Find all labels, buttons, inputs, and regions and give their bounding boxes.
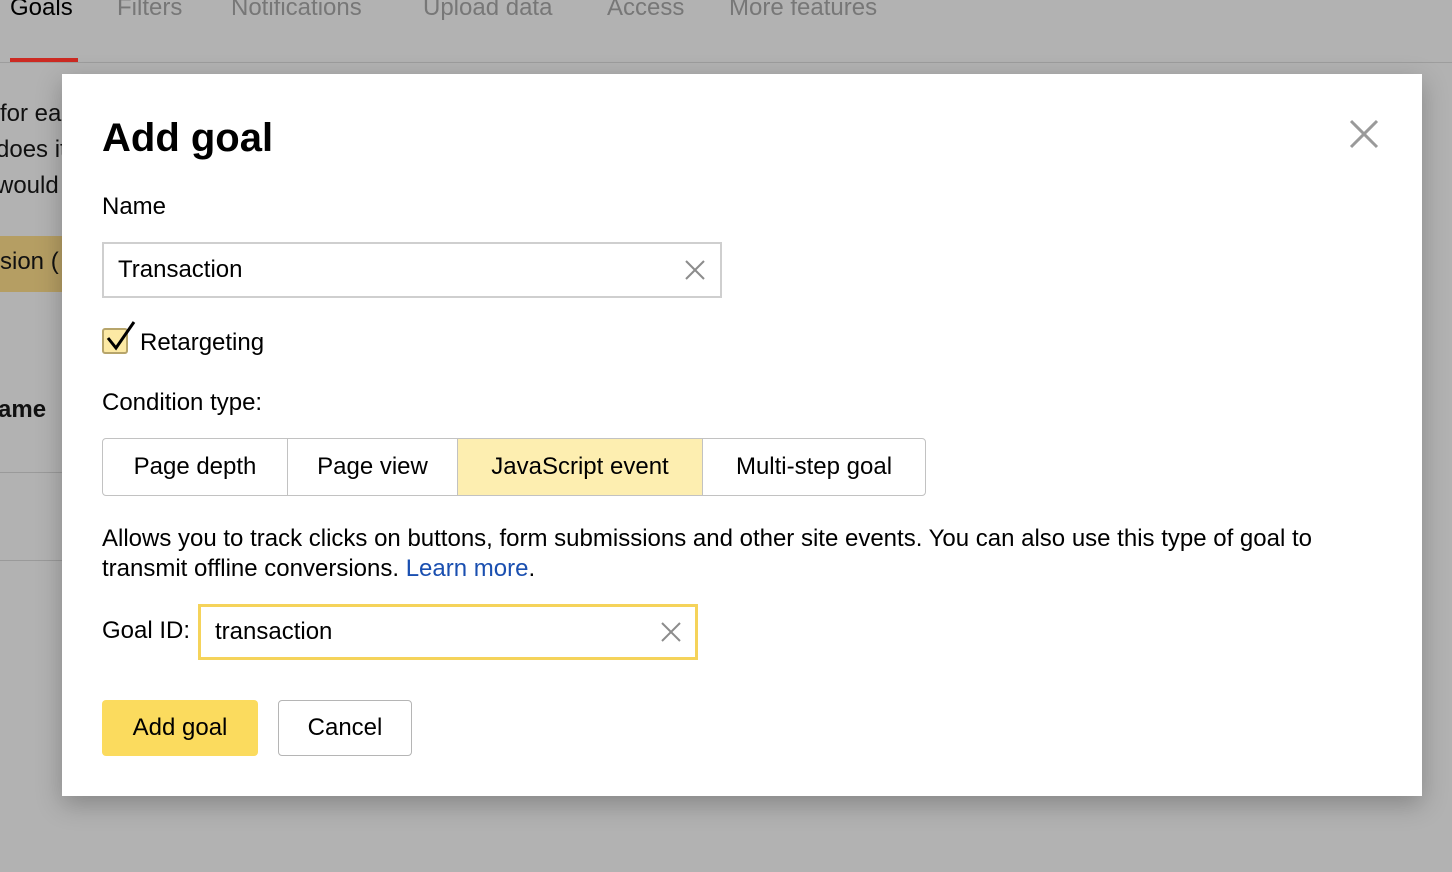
tab-filters[interactable]: Filters [117, 0, 182, 22]
background-badge-text: sion ( [0, 248, 59, 275]
condition-description: Allows you to track clicks on buttons, f… [102, 525, 1312, 582]
background-tabs: Goals Filters Notifications Upload data … [0, 0, 1452, 63]
name-label: Name [102, 193, 167, 220]
background-column-header: ame [0, 396, 47, 423]
clear-name-button[interactable] [684, 259, 706, 281]
description-text: Allows you to track clicks on buttons, f… [102, 525, 1312, 582]
tab-goals[interactable]: Goals [10, 0, 73, 22]
clear-input-icon [661, 622, 681, 642]
tab-access[interactable]: Access [607, 0, 684, 22]
tab-upload-data[interactable]: Upload data [423, 0, 552, 22]
background-divider [0, 472, 62, 473]
add-goal-button[interactable]: Add goal [102, 700, 258, 756]
background-text: for ea [0, 100, 62, 127]
background-text: does it [0, 136, 67, 163]
name-input-wrapper [102, 242, 722, 298]
tab-notifications[interactable]: Notifications [231, 0, 362, 22]
cancel-button[interactable]: Cancel [278, 700, 412, 756]
background-divider [0, 560, 62, 561]
condition-multi-step-goal[interactable]: Multi-step goal [703, 439, 925, 495]
condition-type-selector: Page depth Page view JavaScript event Mu… [102, 438, 926, 496]
learn-more-link[interactable]: Learn more [406, 555, 529, 582]
goal-id-input[interactable] [215, 607, 635, 657]
dialog-title: Add goal [102, 116, 274, 160]
clear-goal-id-button[interactable] [660, 621, 682, 643]
condition-page-view[interactable]: Page view [288, 439, 458, 495]
condition-page-depth[interactable]: Page depth [103, 439, 288, 495]
checkmark-icon [106, 321, 136, 351]
condition-type-label: Condition type: [102, 389, 263, 416]
clear-input-icon [685, 260, 705, 280]
name-input[interactable] [118, 244, 658, 296]
retargeting-checkbox[interactable] [102, 321, 136, 354]
retargeting-label[interactable]: Retargeting [140, 328, 264, 358]
goal-id-input-wrapper [198, 604, 698, 660]
add-goal-dialog: Add goal Name Retargeting Condition type… [62, 74, 1422, 796]
active-tab-indicator [10, 58, 78, 62]
close-icon [1349, 119, 1379, 149]
close-button[interactable] [1346, 116, 1382, 152]
condition-javascript-event[interactable]: JavaScript event [458, 439, 703, 495]
tab-more-features[interactable]: More features [729, 0, 877, 22]
goal-id-label: Goal ID: [102, 617, 191, 644]
background-text: would [0, 172, 59, 199]
